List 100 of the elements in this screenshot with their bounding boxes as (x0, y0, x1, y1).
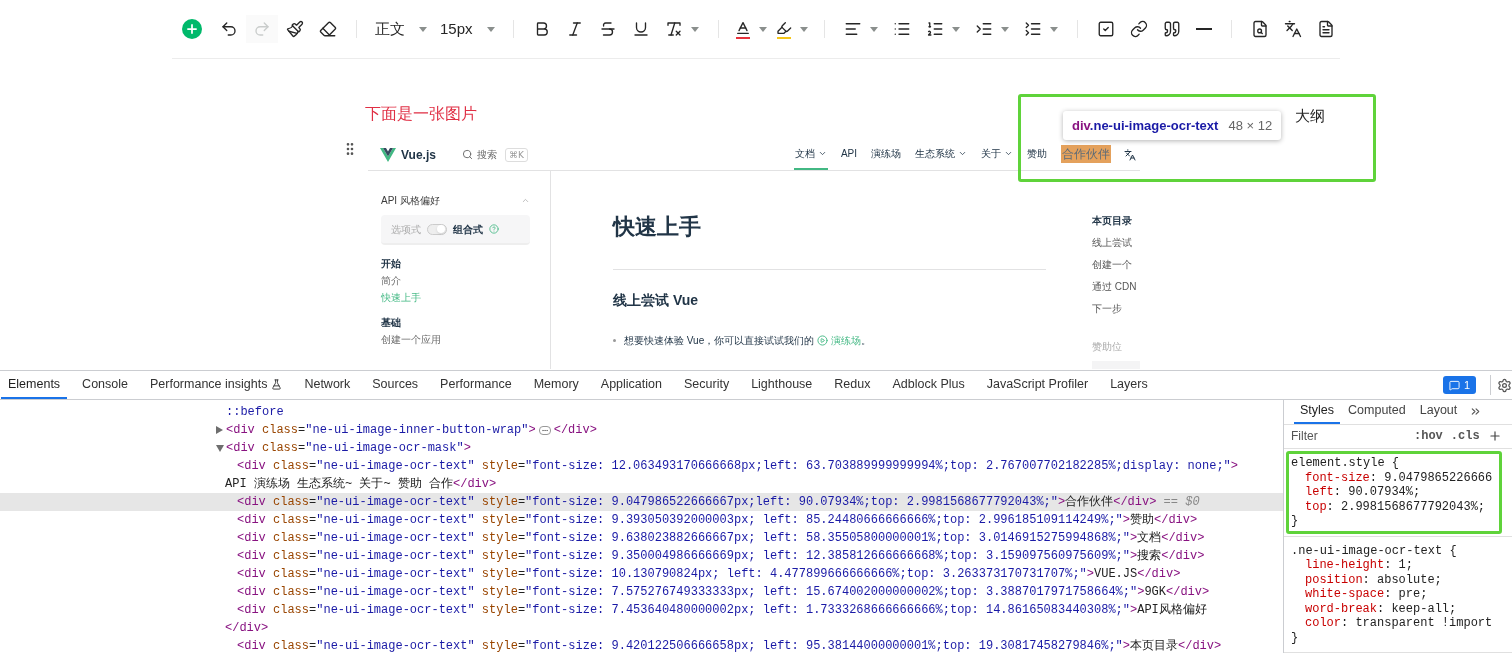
devtools-tab[interactable]: Elements (1, 371, 68, 399)
toggle-switch[interactable] (427, 223, 447, 235)
issues-badge[interactable]: 1 (1442, 376, 1476, 394)
devtools-tab[interactable]: Lighthouse (744, 371, 820, 399)
hover-state-toggle[interactable]: :hov (1414, 427, 1443, 446)
settings-icon[interactable] (1497, 377, 1512, 393)
dom-node-row[interactable]: <div class="ne-ui-image-ocr-text" style="font-size: 9.047986522666667px;left: 90.07934%;top: 2.9981568677792043%;">合作伙伴</div> == $0 (0, 493, 1283, 511)
sponsor-label: 赞助位 (1092, 340, 1123, 354)
dropdown-select[interactable]: 正文 (369, 15, 433, 43)
toc-link[interactable]: 下一步 (1092, 301, 1140, 316)
redo-icon (253, 20, 271, 38)
strikethrough-icon (598, 20, 617, 38)
devtools-tab[interactable]: Adblock Plus (885, 371, 972, 399)
expand-triangle-icon[interactable] (216, 426, 223, 434)
dom-node-row[interactable]: ::before (0, 403, 1283, 421)
sidebar-link[interactable]: 创建一个应用 (381, 333, 530, 346)
logo-icon (380, 147, 396, 162)
nav-link[interactable]: 演练场 (870, 139, 902, 170)
toc-title: 本页目录 (1092, 214, 1133, 228)
styles-tab[interactable]: Layout (1413, 400, 1464, 424)
toc-link[interactable]: 线上尝试 (1092, 235, 1140, 250)
devtools-tab[interactable]: Application (593, 371, 669, 399)
align-left-icon (843, 20, 862, 38)
style-declaration[interactable]: top: 2.9981568677792043%; (1291, 499, 1497, 514)
find-icon (1250, 20, 1269, 38)
section-title: 基础 (381, 316, 402, 329)
chevron-down-icon (958, 149, 967, 158)
styles-tab[interactable]: Computed (1342, 400, 1412, 424)
devtools-tab[interactable]: Network (297, 371, 358, 399)
caret-icon (758, 26, 767, 32)
caret-icon (690, 26, 699, 32)
nav-link[interactable]: 关于 (980, 139, 1014, 170)
caption-text: 下面是一张图片 (365, 105, 477, 122)
collapsed-content-icon[interactable] (538, 425, 551, 435)
devtools-tab[interactable]: Security (677, 371, 737, 399)
devtools-tab[interactable]: Performance insights (143, 371, 290, 399)
outline-label[interactable]: 大纲 (1295, 105, 1325, 128)
sidebar-link[interactable]: 简介 (381, 274, 530, 287)
rule-selector: .ne-ui-image-ocr-text { (1291, 543, 1458, 558)
new-rule-icon[interactable] (1487, 429, 1502, 444)
collapse-triangle-icon[interactable] (216, 444, 224, 452)
code-line: <div class="ne-ui-image-ocr-text" style="font-size: 9.420122506666658px; left: 95.38144000000001%;top: 19.30817458279846%;">本页目录</div> (237, 638, 1222, 653)
dom-node-row[interactable]: <div class="ne-ui-image-ocr-mask"> (0, 439, 1283, 457)
page-title: 快速上手 (613, 213, 702, 241)
message-icon (1448, 379, 1460, 391)
code-line: <div class="ne-ui-image-ocr-mask"> (226, 440, 471, 457)
style-declaration[interactable]: position: absolute; (1291, 572, 1505, 587)
code-line: <div class="ne-ui-image-ocr-text" style="font-size: 9.350004986666669px; left: 12.385812666666668%;top: 3.159097560975609%;">搜索</div> (237, 548, 1205, 565)
horizontal-rule-icon (1195, 28, 1212, 30)
style-declaration[interactable]: line-height: 1; (1291, 558, 1505, 573)
option-label[interactable]: 组合式 (453, 221, 483, 237)
code-line: </div> (225, 620, 269, 637)
translate-icon[interactable] (1124, 148, 1136, 161)
caret-icon (799, 26, 808, 32)
code-line: </div> (553, 422, 597, 439)
devtools-tab[interactable]: Console (75, 371, 135, 399)
section-heading: 线上尝试 Vue (613, 291, 700, 310)
caret-icon (951, 26, 960, 32)
nav-link[interactable]: 文档 (793, 139, 828, 170)
code-line: <div class="ne-ui-image-inner-button-wrap"> (226, 422, 536, 439)
devtools-tab[interactable]: Layers (1103, 371, 1155, 399)
line-spacing-icon (1023, 20, 1042, 38)
style-declaration[interactable]: color: transparent !import (1291, 616, 1505, 631)
dropdown-select[interactable]: 15px (434, 15, 501, 43)
devtools-tab[interactable]: Performance (433, 371, 519, 399)
brand-name: Vue.js (401, 146, 436, 164)
devtools-tab[interactable]: JavaScript Profiler (979, 371, 1096, 399)
search-label: 搜索 (476, 148, 497, 162)
style-declaration[interactable]: font-size: 9.0479865226666 (1291, 470, 1497, 485)
nav-link[interactable]: API (839, 139, 858, 170)
code-line: <div class="ne-ui-image-ocr-text" style="font-size: 12.063493170666668px;left: 63.703889999999994%;top: 2.767007702182285%;display: none;"> (237, 458, 1238, 475)
numbered-list-icon (925, 20, 944, 38)
style-declaration[interactable]: left: 90.07934%; (1291, 485, 1497, 500)
play-icon (817, 335, 829, 346)
bullet-end: 。 (861, 334, 872, 348)
toc-link[interactable]: 创建一个 (1092, 257, 1140, 272)
code-line: <div class="ne-ui-image-ocr-text" style="font-size: 7.575276749333333px; left: 15.674002000000002%;top: 3.3887017971758664%;">9GK</div> (237, 584, 1210, 601)
caret-icon (419, 26, 427, 32)
style-declaration[interactable]: white-space: pre; (1291, 587, 1505, 602)
link-icon (1129, 20, 1148, 38)
eraser-icon (319, 20, 337, 38)
code-line: <div class="ne-ui-image-ocr-text" style="font-size: 9.638023882666667px; left: 58.35505800000001%;top: 3.0146915275994868%;">文档</div> (237, 530, 1205, 547)
style-declaration[interactable]: word-break: keep-all; (1291, 601, 1505, 616)
highlighter-icon (775, 19, 792, 36)
devtools-tab[interactable]: Redux (827, 371, 878, 399)
shortcut-key: ⌘K (504, 147, 528, 162)
code-line: ::before (226, 404, 284, 421)
dom-node-row[interactable]: <div class="ne-ui-image-inner-button-wrap"> </div> (0, 421, 1283, 439)
devtools-tab[interactable]: Sources (365, 371, 426, 399)
code-line: <div class="ne-ui-image-ocr-text" style="font-size: 9.393050392000003px; left: 85.24480666666666%;top: 2.996185109114249%;">赞助</div> (237, 512, 1198, 529)
code-line: <div class="ne-ui-image-ocr-text" style="font-size: 7.453640480000002px; left: 1.7333268666666666%;top: 14.86165083440308%;">API风格偏好 (237, 602, 1207, 619)
devtools-tab[interactable]: Memory (526, 371, 586, 399)
translate-icon (1283, 20, 1302, 38)
nav-link[interactable]: 赞助 (1026, 139, 1048, 170)
document-icon (1316, 20, 1335, 38)
nav-link[interactable]: 生态系统 (914, 139, 968, 170)
class-toggle[interactable]: .cls (1450, 427, 1480, 446)
code-line: <div class="ne-ui-image-ocr-text" style="font-size: 9.047986522666667px;left: 90.07934%;top: 2.9981568677792043%;">合作伙伴</div> == $0 (237, 494, 1200, 511)
toc-link[interactable]: 通过 CDN (1092, 279, 1140, 294)
styles-tab[interactable]: Styles (1294, 400, 1341, 424)
